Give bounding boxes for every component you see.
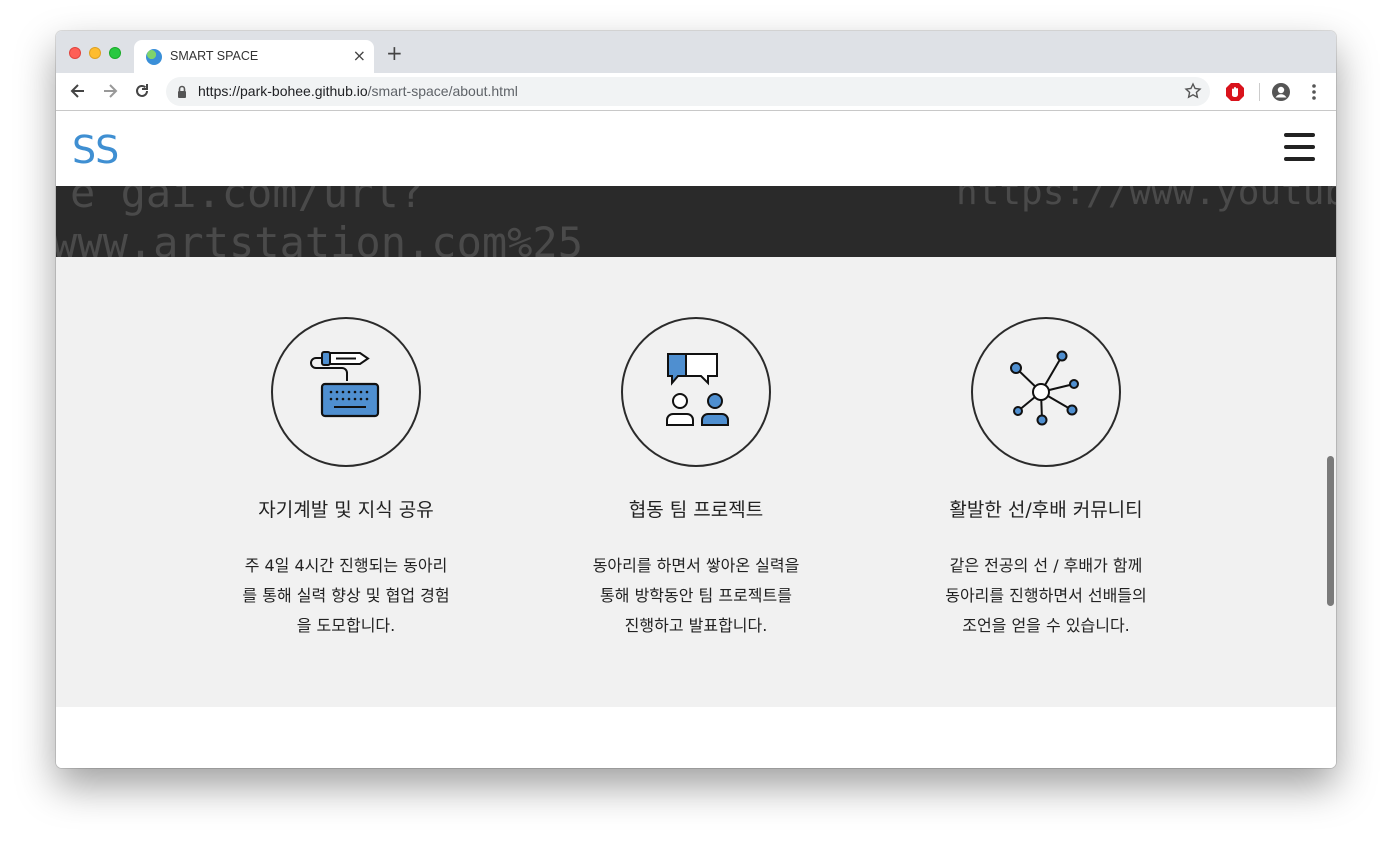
bookmark-star-icon[interactable] xyxy=(1184,82,1202,100)
url-host: https://park-bohee.github.io xyxy=(198,83,368,99)
tab-title: SMART SPACE xyxy=(170,49,259,63)
network-icon xyxy=(1010,350,1079,426)
feature-desc-line: 같은 전공의 선 / 후배가 함께 xyxy=(949,556,1143,575)
feature-desc-line: 동아리를 진행하면서 선배들의 xyxy=(945,586,1147,605)
feature-desc-line: 주 4일 4시간 진행되는 동아리 xyxy=(244,556,448,575)
hamburger-menu-icon[interactable] xyxy=(1284,133,1315,161)
globe-icon xyxy=(146,49,162,65)
browser-window: SMART SPACE × + https://park-bohee.githu… xyxy=(56,31,1336,768)
feature-description: 동아리를 하면서 쌓아온 실력을 통해 방학동안 팀 프로젝트를 진행하고 발표… xyxy=(566,551,826,641)
tab-strip: SMART SPACE × + xyxy=(56,31,1336,73)
tab-close-icon[interactable]: × xyxy=(353,46,366,65)
hero-code-line: e gai.com/url? xyxy=(70,186,425,217)
more-menu-icon[interactable] xyxy=(1306,82,1322,102)
address-bar[interactable]: https://park-bohee.github.io/smart-space… xyxy=(166,77,1210,106)
hero-banner-image: e gai.com/url? www.artstation.com%25 htt… xyxy=(56,186,1336,257)
forward-icon[interactable] xyxy=(100,81,120,101)
feature-desc-line: 동아리를 하면서 쌓아온 실력을 xyxy=(592,556,800,575)
adblock-extension-icon[interactable] xyxy=(1225,82,1245,102)
browser-tab[interactable]: SMART SPACE × xyxy=(134,40,374,73)
feature-description: 같은 전공의 선 / 후배가 함께 동아리를 진행하면서 선배들의 조언을 얻을… xyxy=(916,551,1176,641)
browser-toolbar: https://park-bohee.github.io/smart-space… xyxy=(56,73,1336,111)
web-page: SS e gai.com/url? www.artstation.com%25 … xyxy=(56,111,1336,768)
window-close-button[interactable] xyxy=(69,47,81,59)
hero-code-line: https://www.youtube xyxy=(956,186,1336,213)
feature-desc-line: 통해 방학동안 팀 프로젝트를 xyxy=(600,586,792,605)
site-logo[interactable]: SS xyxy=(72,128,119,172)
features-section: 자기계발 및 지식 공유 주 4일 4시간 진행되는 동아리 를 통해 실력 향… xyxy=(56,257,1336,707)
window-maximize-button[interactable] xyxy=(109,47,121,59)
profile-avatar-icon[interactable] xyxy=(1271,82,1291,102)
feature-desc-line: 를 통해 실력 향상 및 협업 경험 xyxy=(242,586,450,605)
feature-desc-line: 조언을 얻을 수 있습니다. xyxy=(962,616,1130,635)
hero-code-line: www.artstation.com%25 xyxy=(56,218,584,257)
feature-icon-circle xyxy=(621,317,771,467)
feature-desc-line: 진행하고 발표합니다. xyxy=(624,616,768,635)
site-header: SS xyxy=(56,111,1336,186)
toolbar-separator xyxy=(1259,83,1260,101)
feature-title: 자기계발 및 지식 공유 xyxy=(258,499,434,521)
window-minimize-button[interactable] xyxy=(89,47,101,59)
url-path: /smart-space/about.html xyxy=(367,83,518,99)
lock-icon xyxy=(178,85,186,98)
new-tab-button[interactable]: + xyxy=(386,43,403,63)
feature-title: 활발한 선/후배 커뮤니티 xyxy=(949,499,1143,521)
keyboard-pencil-icon xyxy=(310,351,380,418)
feature-description: 주 4일 4시간 진행되는 동아리 를 통해 실력 향상 및 협업 경험 을 도… xyxy=(216,551,476,641)
reload-icon[interactable] xyxy=(132,81,152,101)
feature-desc-line: 을 도모합니다. xyxy=(296,616,396,635)
feature-icon-circle xyxy=(971,317,1121,467)
back-icon[interactable] xyxy=(68,81,88,101)
team-chat-icon xyxy=(666,353,729,426)
feature-icon-circle xyxy=(271,317,421,467)
page-scrollbar[interactable] xyxy=(1327,456,1334,606)
url-text: https://park-bohee.github.io/smart-space… xyxy=(198,83,518,99)
feature-title: 협동 팀 프로젝트 xyxy=(628,499,764,521)
